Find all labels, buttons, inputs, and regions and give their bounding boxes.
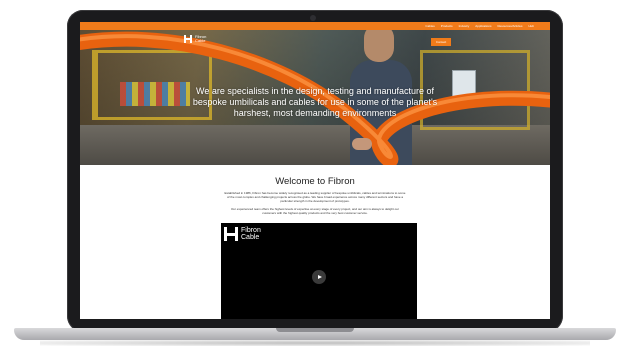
video-player[interactable]: Fibron Cable <box>221 223 417 319</box>
site-logo[interactable]: Fibron Cable <box>184 35 206 43</box>
laptop-notch <box>276 328 354 332</box>
nav-link-hub[interactable]: Hub <box>528 24 534 28</box>
play-icon <box>317 275 322 279</box>
welcome-paragraph-1: Established in 1986, Fibron has become w… <box>224 191 406 203</box>
fibron-logo-icon <box>184 35 192 43</box>
hero-worker-hand <box>352 138 372 150</box>
video-logo-line1: Fibron <box>241 227 261 234</box>
camera-dot <box>310 15 316 21</box>
nav-link-products[interactable]: Products <box>441 24 453 28</box>
nav-link-applications[interactable]: Applications <box>475 24 491 28</box>
laptop-shadow <box>40 340 590 346</box>
nav-link-resources[interactable]: Resources/Articles <box>497 24 522 28</box>
top-nav-bar: Cables Products Industry Applications Re… <box>80 22 550 30</box>
welcome-title: Welcome to Fibron <box>275 176 355 187</box>
hero-headline: We are specialists in the design, testin… <box>192 86 438 118</box>
logo-text-line2: Cable <box>195 38 206 43</box>
fibron-logo-icon <box>224 227 238 241</box>
nav-link-cables[interactable]: Cables <box>425 24 434 28</box>
play-button[interactable] <box>312 270 326 284</box>
contact-button[interactable]: Contact <box>431 38 451 46</box>
hero-banner: Fibron Cable Contact We are specialists … <box>80 30 550 165</box>
video-logo-line2: Cable <box>241 234 260 241</box>
welcome-paragraph-2: Our experienced team offers the highest … <box>230 207 400 215</box>
video-logo: Fibron Cable <box>224 227 261 241</box>
browser-screen: Cables Products Industry Applications Re… <box>80 22 550 319</box>
nav-link-industry[interactable]: Industry <box>459 24 470 28</box>
